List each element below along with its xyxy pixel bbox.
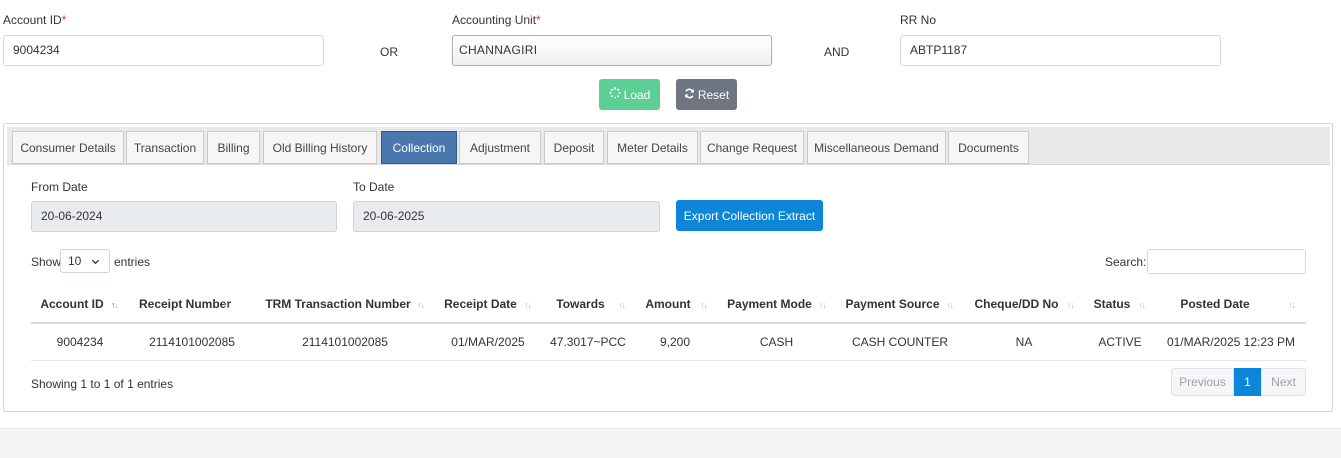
sort-icon: ↑↓ bbox=[946, 300, 954, 310]
cell-cheque-dd-no: NA bbox=[1015, 335, 1033, 349]
and-separator: AND bbox=[824, 45, 850, 59]
cell-receipt-number: 2114101002085 bbox=[149, 335, 235, 349]
column-payment-source[interactable]: Payment Source bbox=[842, 285, 943, 323]
sort-icon: ↑↓ bbox=[222, 300, 230, 310]
tab-change-request[interactable]: Change Request bbox=[700, 131, 804, 164]
account-id-label: Account ID* bbox=[3, 13, 67, 27]
sort-icon: ↑↓ bbox=[700, 300, 708, 310]
load-button-label: Load bbox=[623, 87, 651, 102]
column-towards[interactable]: Towards bbox=[548, 285, 613, 323]
from-date-label: From Date bbox=[31, 180, 88, 194]
spinner-icon bbox=[609, 87, 621, 102]
sort-icon: ↑↓ bbox=[1067, 300, 1075, 310]
column-payment-mode[interactable]: Payment Mode bbox=[723, 285, 816, 323]
table-row-divider bbox=[31, 360, 1306, 361]
cell-posted-date: 01/MAR/2025 12:23 PM bbox=[1166, 335, 1296, 349]
refresh-icon bbox=[684, 88, 695, 102]
rr-no-input[interactable]: ABTP1187 bbox=[900, 35, 1221, 66]
column-account-id[interactable]: Account ID bbox=[31, 285, 113, 323]
pagination-previous[interactable]: Previous bbox=[1171, 368, 1234, 396]
cell-status: ACTIVE bbox=[1098, 335, 1142, 349]
reset-button[interactable]: Reset bbox=[676, 79, 737, 110]
export-collection-extract-button[interactable]: Export Collection Extract bbox=[676, 200, 823, 231]
accounting-unit-select[interactable]: CHANNAGIRI bbox=[452, 35, 772, 66]
column-trm-transaction-number[interactable]: TRM Transaction Number bbox=[262, 285, 414, 323]
tab-miscellaneous-demand[interactable]: Miscellaneous Demand bbox=[807, 131, 946, 164]
cell-amount: 9,200 bbox=[659, 335, 691, 349]
tab-documents[interactable]: Documents bbox=[948, 131, 1029, 164]
tab-transaction[interactable]: Transaction bbox=[126, 131, 204, 164]
load-button[interactable]: Load bbox=[599, 79, 660, 110]
column-posted-date[interactable]: Posted Date bbox=[1160, 285, 1270, 323]
to-date-label: To Date bbox=[353, 180, 395, 194]
cell-payment-source: CASH COUNTER bbox=[851, 335, 948, 349]
rr-no-label: RR No bbox=[900, 13, 937, 27]
from-date-input[interactable]: 20-06-2024 bbox=[31, 201, 337, 232]
chevron-down-icon bbox=[91, 251, 100, 273]
tab-consumer-details[interactable]: Consumer Details bbox=[12, 131, 124, 164]
sort-icon: ↑↓ bbox=[1138, 300, 1146, 310]
page-footer-area bbox=[0, 428, 1341, 458]
pagination-page-1[interactable]: 1 bbox=[1234, 368, 1261, 396]
cell-receipt-date: 01/MAR/2025 bbox=[451, 335, 525, 349]
tab-bar: Consumer Details Transaction Billing Old… bbox=[7, 127, 1330, 165]
tab-adjustment[interactable]: Adjustment bbox=[459, 131, 541, 164]
entries-label: entries bbox=[114, 255, 151, 269]
column-receipt-date[interactable]: Receipt Date bbox=[440, 285, 521, 323]
reset-button-label: Reset bbox=[697, 87, 730, 102]
tab-deposit[interactable]: Deposit bbox=[544, 131, 604, 164]
column-amount[interactable]: Amount bbox=[640, 285, 696, 323]
accounting-unit-label: Accounting Unit* bbox=[452, 13, 541, 27]
tab-old-billing-history[interactable]: Old Billing History bbox=[263, 131, 377, 164]
cell-account-id: 9004234 bbox=[56, 335, 104, 349]
account-id-input[interactable]: 9004234 bbox=[3, 35, 324, 66]
column-status[interactable]: Status bbox=[1090, 285, 1134, 323]
entries-value: 10 bbox=[68, 254, 82, 268]
table-info: Showing 1 to 1 of 1 entries bbox=[31, 377, 174, 391]
tab-billing[interactable]: Billing bbox=[207, 131, 260, 164]
to-date-input[interactable]: 20-06-2025 bbox=[353, 201, 660, 232]
search-label: Search: bbox=[1105, 255, 1147, 269]
search-input[interactable] bbox=[1147, 249, 1306, 274]
sort-icon: ↑↓ bbox=[524, 300, 532, 310]
sort-icon: ↑↓ bbox=[618, 300, 626, 310]
tab-collection[interactable]: Collection bbox=[381, 131, 457, 164]
sort-asc-icon: ↑↓ bbox=[111, 300, 119, 310]
pagination-next[interactable]: Next bbox=[1261, 368, 1306, 396]
or-separator: OR bbox=[380, 45, 398, 59]
cell-trm-transaction-number: 2114101002085 bbox=[302, 335, 388, 349]
column-cheque-dd-no[interactable]: Cheque/DD No bbox=[970, 285, 1063, 323]
cell-towards: 47.3017~PCC bbox=[550, 335, 626, 349]
cell-payment-mode: CASH bbox=[759, 335, 794, 349]
tab-meter-details[interactable]: Meter Details bbox=[607, 131, 698, 164]
sort-icon: ↑↓ bbox=[1288, 300, 1296, 310]
sort-icon: ↑↓ bbox=[417, 300, 425, 310]
sort-icon: ↑↓ bbox=[819, 300, 827, 310]
entries-per-page-select[interactable]: 10 bbox=[60, 249, 110, 273]
show-label: Show bbox=[31, 255, 62, 269]
